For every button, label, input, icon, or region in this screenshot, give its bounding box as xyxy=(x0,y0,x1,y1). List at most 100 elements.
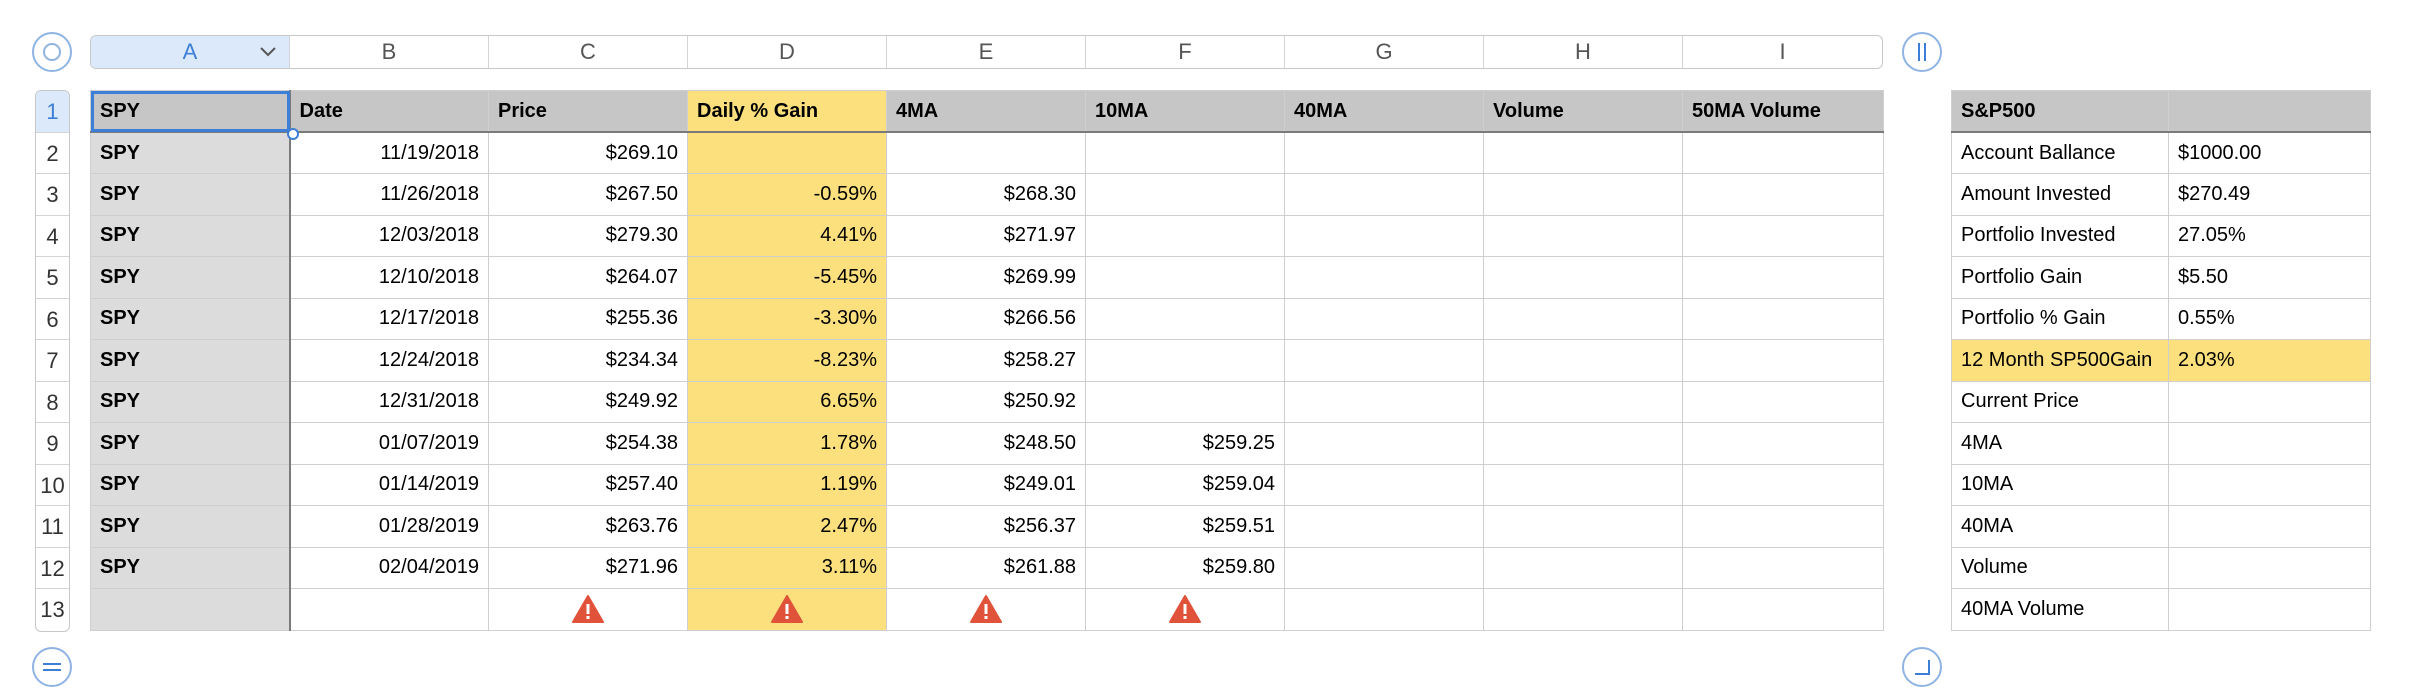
row-header-8[interactable]: 8 xyxy=(36,382,69,423)
cell-volume[interactable] xyxy=(1483,339,1683,382)
cell-spy[interactable]: SPY xyxy=(90,214,291,257)
cell-10ma[interactable] xyxy=(1085,256,1285,299)
cell-price[interactable]: $269.10 xyxy=(488,131,688,174)
cell-10ma[interactable] xyxy=(1085,131,1285,174)
column-header-h[interactable]: H xyxy=(1484,36,1683,68)
cell-price[interactable] xyxy=(488,588,688,631)
row-header-9[interactable]: 9 xyxy=(36,423,69,465)
cell-50ma-volume[interactable] xyxy=(1682,256,1884,299)
summary-value[interactable]: $1000.00 xyxy=(2168,131,2371,174)
cell-date[interactable]: 12/03/2018 xyxy=(289,214,489,257)
summary-label[interactable]: S&P500 xyxy=(1951,90,2169,133)
cell-spy[interactable]: SPY xyxy=(90,505,291,548)
cell-10ma[interactable]: $259.25 xyxy=(1085,422,1285,465)
cell-spy[interactable]: SPY xyxy=(90,173,291,216)
cell-40ma[interactable] xyxy=(1284,297,1484,340)
cell-price[interactable]: $279.30 xyxy=(488,214,688,257)
cell-4ma[interactable]: $266.56 xyxy=(886,297,1086,340)
resize-table-handle[interactable] xyxy=(1902,647,1942,687)
summary-value[interactable] xyxy=(2168,505,2371,548)
row-header-7[interactable]: 7 xyxy=(36,340,69,382)
cell-spy[interactable]: SPY xyxy=(90,90,291,133)
cell-price[interactable]: $264.07 xyxy=(488,256,688,299)
summary-label[interactable]: 10MA xyxy=(1951,463,2169,506)
cell-price[interactable]: $249.92 xyxy=(488,380,688,423)
cell-40ma[interactable] xyxy=(1284,463,1484,506)
selection-handle[interactable] xyxy=(287,128,299,140)
cell-4ma[interactable]: 4MA xyxy=(886,90,1086,133)
cell-40ma[interactable] xyxy=(1284,588,1484,631)
column-header-a[interactable]: A xyxy=(91,36,290,68)
cell-date[interactable]: 01/28/2019 xyxy=(289,505,489,548)
cell-4ma[interactable] xyxy=(886,131,1086,174)
cell-volume[interactable] xyxy=(1483,297,1683,340)
cell-4ma[interactable]: $249.01 xyxy=(886,463,1086,506)
warning-triangle-icon[interactable] xyxy=(770,594,804,624)
column-header-d[interactable]: D xyxy=(688,36,887,68)
cell-volume[interactable] xyxy=(1483,422,1683,465)
cell-4ma[interactable]: $248.50 xyxy=(886,422,1086,465)
cell-40ma[interactable] xyxy=(1284,505,1484,548)
summary-value[interactable] xyxy=(2168,463,2371,506)
cell-date[interactable]: 01/07/2019 xyxy=(289,422,489,465)
cell-volume[interactable] xyxy=(1483,588,1683,631)
cell-daily-gain[interactable] xyxy=(687,131,887,174)
cell-price[interactable]: $271.96 xyxy=(488,546,688,589)
cell-50ma-volume[interactable] xyxy=(1682,505,1884,548)
cell-4ma[interactable]: $269.99 xyxy=(886,256,1086,299)
summary-label[interactable]: Portfolio % Gain xyxy=(1951,297,2169,340)
cell-price[interactable]: $263.76 xyxy=(488,505,688,548)
cell-50ma-volume[interactable] xyxy=(1682,131,1884,174)
cell-volume[interactable] xyxy=(1483,131,1683,174)
cell-daily-gain[interactable]: -0.59% xyxy=(687,173,887,216)
cell-10ma[interactable] xyxy=(1085,214,1285,257)
cell-price[interactable]: $254.38 xyxy=(488,422,688,465)
cell-40ma[interactable] xyxy=(1284,173,1484,216)
cell-10ma[interactable]: $259.51 xyxy=(1085,505,1285,548)
cell-10ma[interactable] xyxy=(1085,297,1285,340)
summary-value[interactable]: $270.49 xyxy=(2168,173,2371,216)
cell-price[interactable]: $257.40 xyxy=(488,463,688,506)
cell-spy[interactable] xyxy=(90,588,291,631)
cell-50ma-volume[interactable] xyxy=(1682,546,1884,589)
summary-value[interactable] xyxy=(2168,546,2371,589)
row-header-10[interactable]: 10 xyxy=(36,465,69,506)
cell-date[interactable]: 11/26/2018 xyxy=(289,173,489,216)
add-row-handle[interactable] xyxy=(32,647,72,687)
cell-daily-gain[interactable]: 1.78% xyxy=(687,422,887,465)
cell-date[interactable] xyxy=(289,588,489,631)
cell-50ma-volume[interactable] xyxy=(1682,339,1884,382)
cell-40ma[interactable] xyxy=(1284,422,1484,465)
cell-spy[interactable]: SPY xyxy=(90,339,291,382)
cell-date[interactable]: 02/04/2019 xyxy=(289,546,489,589)
cell-40ma[interactable] xyxy=(1284,546,1484,589)
warning-triangle-icon[interactable] xyxy=(1168,594,1202,624)
cell-volume[interactable] xyxy=(1483,256,1683,299)
summary-label[interactable]: Account Ballance xyxy=(1951,131,2169,174)
column-header-f[interactable]: F xyxy=(1086,36,1285,68)
summary-value[interactable]: 2.03% xyxy=(2168,339,2371,382)
cell-date[interactable]: 01/14/2019 xyxy=(289,463,489,506)
summary-value[interactable]: 27.05% xyxy=(2168,214,2371,257)
cell-date[interactable]: 12/10/2018 xyxy=(289,256,489,299)
row-header-11[interactable]: 11 xyxy=(36,506,69,548)
cell-spy[interactable]: SPY xyxy=(90,380,291,423)
cell-daily-gain[interactable]: -3.30% xyxy=(687,297,887,340)
cell-40ma[interactable]: 40MA xyxy=(1284,90,1484,133)
cell-50ma-volume[interactable] xyxy=(1682,422,1884,465)
warning-triangle-icon[interactable] xyxy=(571,594,605,624)
summary-value[interactable] xyxy=(2168,422,2371,465)
cell-50ma-volume[interactable] xyxy=(1682,214,1884,257)
cell-50ma-volume[interactable]: 50MA Volume xyxy=(1682,90,1884,133)
cell-spy[interactable]: SPY xyxy=(90,463,291,506)
cell-50ma-volume[interactable] xyxy=(1682,463,1884,506)
cell-price[interactable]: Price xyxy=(488,90,688,133)
cell-price[interactable]: $267.50 xyxy=(488,173,688,216)
cell-4ma[interactable]: $261.88 xyxy=(886,546,1086,589)
column-header-e[interactable]: E xyxy=(887,36,1086,68)
summary-label[interactable]: Current Price xyxy=(1951,380,2169,423)
summary-value[interactable] xyxy=(2168,588,2371,631)
cell-date[interactable]: 11/19/2018 xyxy=(289,131,489,174)
column-header-c[interactable]: C xyxy=(489,36,688,68)
cell-50ma-volume[interactable] xyxy=(1682,173,1884,216)
